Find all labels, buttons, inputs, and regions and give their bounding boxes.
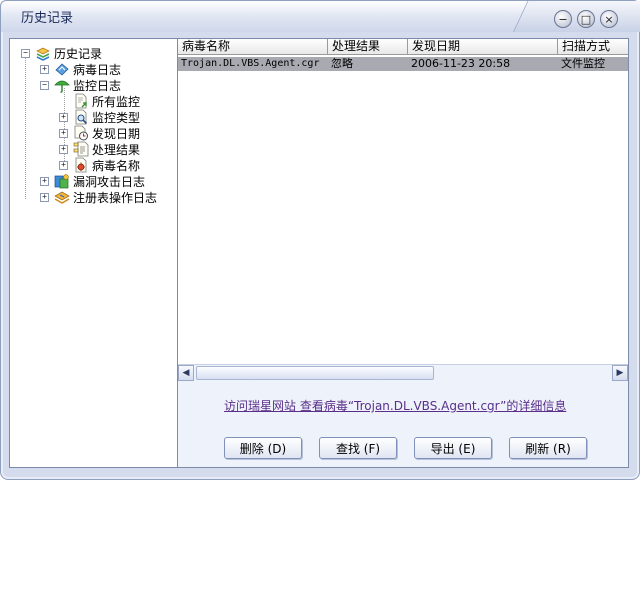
- tree-node-result[interactable]: + 处理结果: [59, 141, 140, 157]
- minimize-button[interactable]: −: [554, 10, 572, 28]
- document-tree-icon: [73, 141, 89, 157]
- refresh-button[interactable]: 刷新 (R): [509, 437, 587, 459]
- tree-node-label: 病毒名称: [92, 158, 141, 173]
- scroll-thumb[interactable]: [196, 366, 434, 380]
- column-header-result[interactable]: 处理结果: [328, 39, 408, 55]
- close-icon: ×: [604, 12, 614, 26]
- magnifier-document-icon: [75, 109, 88, 125]
- tree-node-virus-log[interactable]: + 病毒日志: [40, 61, 121, 77]
- tree-node-root[interactable]: − 历史记录: [21, 45, 102, 61]
- cell-virus-name: Trojan.DL.VBS.Agent.cgr: [181, 58, 320, 69]
- cell-scan-method: 文件监控: [561, 57, 605, 70]
- virus-log-icon: [55, 63, 69, 76]
- tree-node-monitor-type[interactable]: + 监控类型: [59, 109, 140, 125]
- cell-result: 忽略: [331, 57, 353, 70]
- tree-node-all-monitor[interactable]: 所有监控: [59, 93, 140, 109]
- virus-detail-link[interactable]: 访问瑞星网站 查看病毒“Trojan.DL.VBS.Agent.cgr”的详细信…: [224, 397, 566, 414]
- expand-icon[interactable]: +: [40, 192, 49, 202]
- content-frame: − 历史记录 + 病毒日志 − 监控日志 所有监控 + 监控类型 + 发现日期 …: [9, 38, 629, 468]
- collapse-icon[interactable]: −: [40, 80, 49, 90]
- virus-document-icon: [75, 157, 87, 173]
- tree-node-label: 监控日志: [73, 78, 122, 93]
- minimize-icon: −: [558, 12, 568, 26]
- table-row[interactable]: Trojan.DL.VBS.Agent.cgr 忽略 2006-11-23 20…: [178, 57, 628, 71]
- horizontal-scrollbar[interactable]: ◀ ▶: [178, 364, 628, 382]
- column-header-virus-name[interactable]: 病毒名称: [178, 39, 328, 55]
- find-button[interactable]: 查找 (F): [319, 437, 397, 459]
- delete-button[interactable]: 删除 (D): [224, 437, 302, 459]
- umbrella-monitor-icon: [54, 80, 70, 93]
- registry-icon: [54, 191, 70, 204]
- virus-log-grid[interactable]: 病毒名称 处理结果 发现日期 扫描方式 Trojan.DL.VBS.Agent.…: [178, 39, 628, 381]
- grid-header: 病毒名称 处理结果 发现日期 扫描方式: [178, 39, 628, 55]
- scroll-right-button[interactable]: ▶: [612, 365, 628, 381]
- tree-node-label: 历史记录: [54, 46, 103, 61]
- tree-node-found-date[interactable]: + 发现日期: [59, 125, 140, 141]
- tree-node-virus-name[interactable]: + 病毒名称: [59, 157, 140, 173]
- shield-attack-icon: [54, 174, 69, 189]
- history-window: 历史记录 − □ × − 历史记录 + 病毒日志 − 监控日志 所有监控 + 监…: [0, 0, 640, 480]
- tree-node-label: 注册表操作日志: [73, 190, 158, 205]
- tree-node-label: 病毒日志: [73, 62, 122, 77]
- tree-node-label: 所有监控: [92, 94, 141, 109]
- document-arrow-icon: [75, 93, 87, 109]
- scroll-left-button[interactable]: ◀: [178, 365, 194, 381]
- export-button[interactable]: 导出 (E): [414, 437, 492, 459]
- maximize-icon: □: [580, 12, 592, 26]
- expand-icon[interactable]: +: [40, 176, 49, 186]
- tree-node-monitor-log[interactable]: − 监控日志: [40, 77, 121, 93]
- action-pane: 访问瑞星网站 查看病毒“Trojan.DL.VBS.Agent.cgr”的详细信…: [178, 382, 628, 467]
- column-header-found-date[interactable]: 发现日期: [408, 39, 558, 55]
- window-title: 历史记录: [21, 11, 74, 26]
- tree-node-label: 发现日期: [92, 126, 141, 141]
- tree-node-label: 处理结果: [92, 142, 141, 157]
- clock-document-icon: [74, 125, 88, 141]
- history-stack-icon: [36, 47, 50, 61]
- collapse-icon[interactable]: −: [21, 48, 30, 58]
- tree-guide-line: [25, 56, 26, 199]
- cell-found-date: 2006-11-23 20:58: [411, 57, 511, 70]
- tree-node-label: 漏洞攻击日志: [73, 174, 146, 189]
- arrow-right-icon: ▶: [616, 368, 624, 378]
- title-bar[interactable]: 历史记录 − □ ×: [1, 1, 640, 32]
- maximize-button[interactable]: □: [577, 10, 595, 28]
- tree-node-label: 监控类型: [92, 110, 141, 125]
- expand-icon[interactable]: +: [40, 64, 49, 74]
- expand-icon[interactable]: +: [59, 160, 68, 170]
- expand-icon[interactable]: +: [59, 128, 68, 138]
- close-button[interactable]: ×: [600, 10, 618, 28]
- column-header-scan-method[interactable]: 扫描方式: [558, 39, 628, 55]
- arrow-left-icon: ◀: [182, 368, 190, 378]
- expand-icon[interactable]: +: [59, 112, 68, 122]
- expand-icon[interactable]: +: [59, 144, 68, 154]
- tree-node-registry-log[interactable]: + 注册表操作日志: [40, 189, 157, 205]
- history-tree[interactable]: − 历史记录 + 病毒日志 − 监控日志 所有监控 + 监控类型 + 发现日期 …: [10, 39, 178, 467]
- tree-node-exploit-log[interactable]: + 漏洞攻击日志: [40, 173, 145, 189]
